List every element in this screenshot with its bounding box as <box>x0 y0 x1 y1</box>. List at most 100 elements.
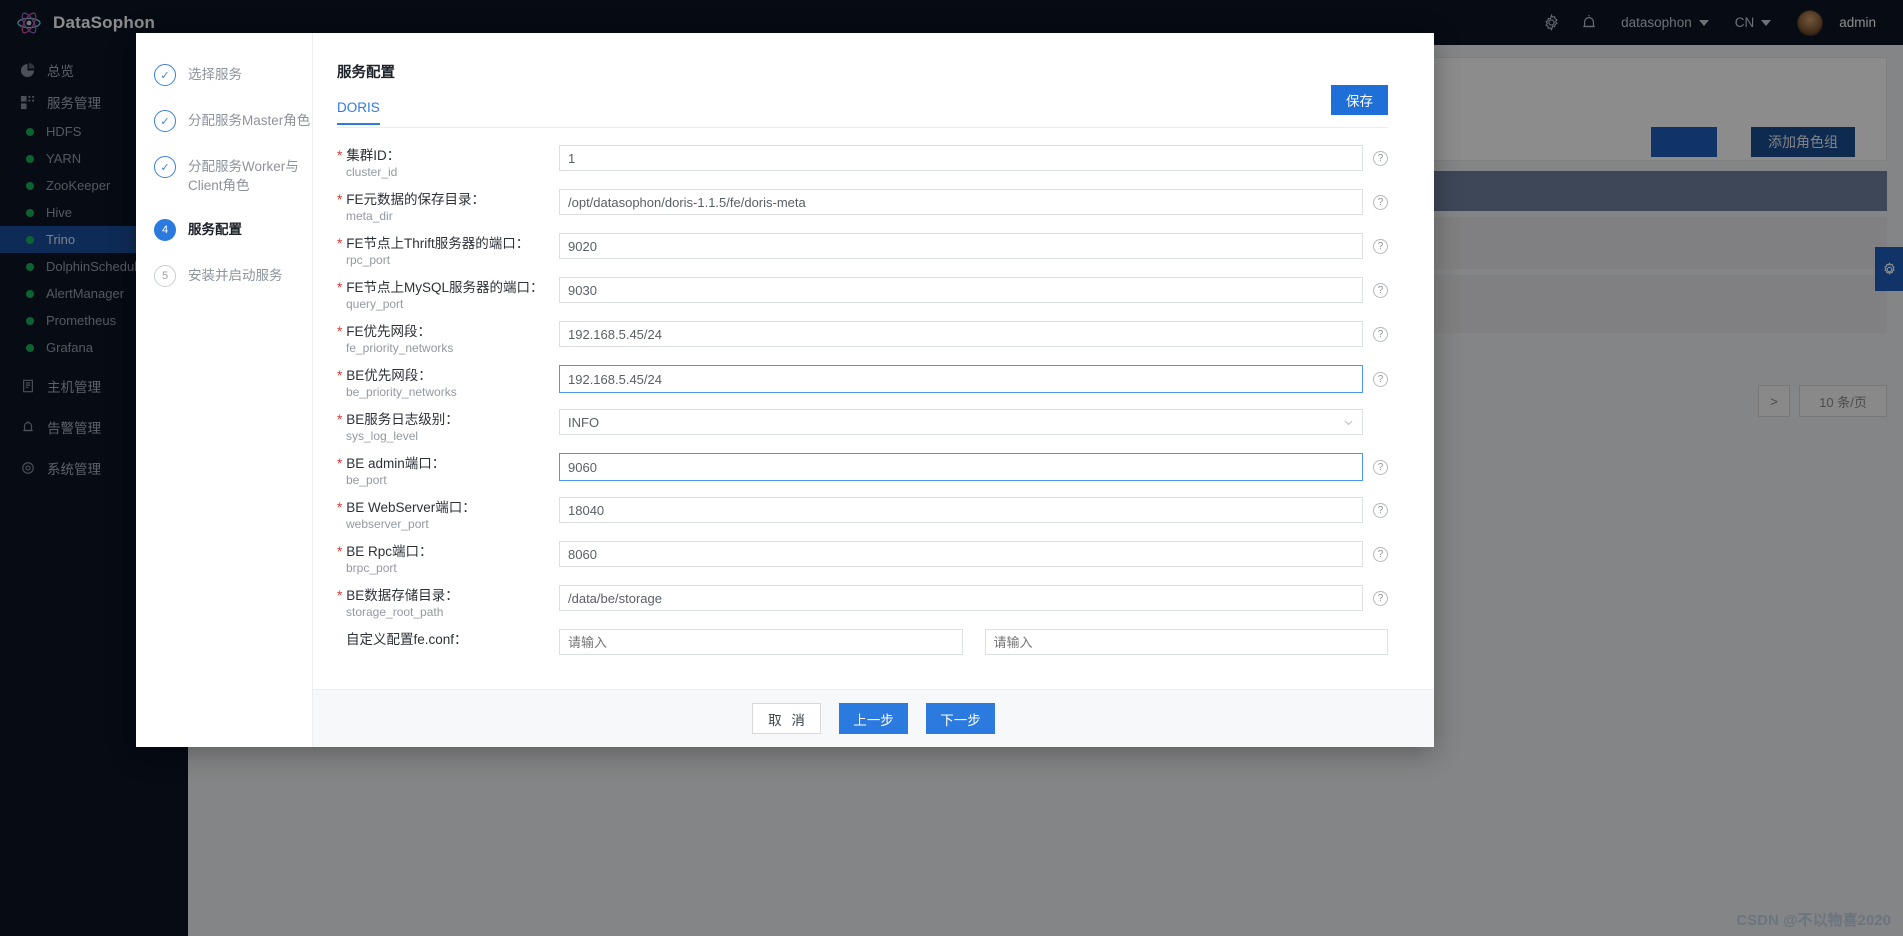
tab-doris[interactable]: DORIS <box>337 100 380 125</box>
field-control: ? <box>559 321 1388 347</box>
wizard-step-3[interactable]: ✓ 分配服务Worker与Client角色 <box>154 156 312 219</box>
field-control: ? <box>559 145 1388 171</box>
field-control: ? <box>559 189 1388 215</box>
be-priority-networks-input[interactable] <box>559 365 1363 393</box>
field-control <box>559 629 1388 655</box>
help-icon[interactable]: ? <box>1373 590 1388 606</box>
chevron-down-icon <box>1344 420 1353 425</box>
label-key: brpc_port <box>346 561 397 575</box>
field-label: * FE节点上Thrift服务器的端口： rpc_port <box>337 233 559 269</box>
form-row-sys-log-level: *BE服务日志级别： sys_log_level INFO ? <box>313 409 1434 445</box>
field-control: ? <box>559 365 1388 393</box>
help-icon[interactable]: ? <box>1373 546 1388 562</box>
select-value: INFO <box>568 414 600 430</box>
field-control: ? <box>559 541 1388 567</box>
rpc-port-input[interactable] <box>559 233 1363 259</box>
required-marker: * <box>337 236 343 251</box>
form-row-custom-fe-conf: 自定义配置fe.conf： <box>313 629 1434 655</box>
custom-fe-conf-key-input[interactable] <box>559 629 963 655</box>
help-icon[interactable]: ? <box>1373 282 1388 298</box>
wizard-step-2[interactable]: ✓ 分配服务Master角色 <box>154 110 312 156</box>
label-text: 自定义配置fe.conf： <box>346 632 468 647</box>
step-label: 服务配置 <box>188 222 242 237</box>
app-root: DataSophon datasophon CN admin 总览 服务管理 H… <box>0 0 1903 936</box>
step-marker: 5 <box>154 265 176 287</box>
field-label: 自定义配置fe.conf： <box>337 629 559 648</box>
watermark: CSDN @不以物喜2020 <box>1736 912 1891 929</box>
help-icon[interactable]: ? <box>1373 459 1388 475</box>
field-label: * BE数据存储目录： storage_root_path <box>337 585 559 621</box>
wizard-step-5[interactable]: 5 安装并启动服务 <box>154 265 312 287</box>
tabbar: DORIS <box>337 99 1388 128</box>
field-label: * BE服务日志级别： sys_log_level <box>337 409 559 445</box>
form-row-brpc-port: *BE Rpc端口： brpc_port ? <box>313 541 1434 577</box>
required-marker: * <box>337 412 343 427</box>
required-marker: * <box>337 368 343 383</box>
required-marker: * <box>337 192 343 207</box>
help-icon[interactable]: ? <box>1373 150 1388 166</box>
field-label: * FE元数据的保存目录： meta_dir <box>337 189 559 225</box>
custom-fe-conf-value-input[interactable] <box>984 629 1388 655</box>
required-marker: * <box>337 280 343 295</box>
prev-step-button[interactable]: 上一步 <box>839 703 908 734</box>
required-marker: * <box>337 544 343 559</box>
required-marker: * <box>337 456 343 471</box>
label-key: rpc_port <box>346 253 391 267</box>
label-text: * FE节点上Thrift服务器的端口： <box>337 236 530 251</box>
next-step-button[interactable]: 下一步 <box>926 703 995 734</box>
step-label: 分配服务Master角色 <box>188 113 311 128</box>
cluster-id-input[interactable] <box>559 145 1363 171</box>
page-title: 服务配置 <box>337 65 395 81</box>
form-row-rpc-port: *FE节点上Thrift服务器的端口： rpc_port ? <box>313 233 1434 269</box>
step-number: 5 <box>154 265 176 287</box>
config-form: *集群ID： cluster_id ? *FE元数据的保存目录： meta_di… <box>313 128 1434 689</box>
form-row-be-priority-networks: *BE优先网段： be_priority_networks ? <box>313 365 1434 401</box>
step-marker: ✓ <box>154 110 176 132</box>
label-text: * BE admin端口： <box>337 456 446 471</box>
field-label: * BE admin端口： be_port <box>337 453 559 489</box>
help-icon[interactable]: ? <box>1373 371 1388 387</box>
field-label: * BE优先网段： be_priority_networks <box>337 365 559 401</box>
label-text: * BE优先网段： <box>337 368 432 383</box>
wizard-step-1[interactable]: ✓ 选择服务 <box>154 64 312 110</box>
help-icon[interactable]: ? <box>1373 238 1388 254</box>
webserver-port-input[interactable] <box>559 497 1363 523</box>
label-text: * FE节点上MySQL服务器的端口： <box>337 280 544 295</box>
query-port-input[interactable] <box>559 277 1363 303</box>
required-marker: * <box>337 588 343 603</box>
storage-root-path-input[interactable] <box>559 585 1363 611</box>
label-key: be_port <box>346 473 387 487</box>
config-panel: 服务配置 DORIS 保存 *集群ID： cluster_id ? <box>312 33 1434 747</box>
help-icon[interactable]: ? <box>1373 194 1388 210</box>
step-marker: 4 <box>154 219 176 241</box>
be-port-input[interactable] <box>559 453 1363 481</box>
check-icon: ✓ <box>154 156 176 178</box>
required-marker: * <box>337 500 343 515</box>
step-label: 选择服务 <box>188 67 242 82</box>
step-label: 安装并启动服务 <box>188 268 283 283</box>
label-key: sys_log_level <box>346 429 419 443</box>
label-text: * FE元数据的保存目录： <box>337 192 486 207</box>
save-button[interactable]: 保存 <box>1331 85 1388 115</box>
label-key: query_port <box>346 297 404 311</box>
form-row-meta-dir: *FE元数据的保存目录： meta_dir ? <box>313 189 1434 225</box>
step-label: 分配服务Worker与Client角色 <box>188 159 299 193</box>
step-marker: ✓ <box>154 64 176 86</box>
cancel-button[interactable]: 取 消 <box>752 703 821 734</box>
form-row-cluster-id: *集群ID： cluster_id ? <box>313 145 1434 181</box>
fe-priority-networks-input[interactable] <box>559 321 1363 347</box>
label-key: storage_root_path <box>346 605 444 619</box>
wizard-step-4[interactable]: 4 服务配置 <box>154 219 312 265</box>
field-label: * FE优先网段： fe_priority_networks <box>337 321 559 357</box>
field-control: ? <box>559 453 1388 481</box>
meta-dir-input[interactable] <box>559 189 1363 215</box>
form-row-storage-root-path: *BE数据存储目录： storage_root_path ? <box>313 585 1434 621</box>
brpc-port-input[interactable] <box>559 541 1363 567</box>
form-row-webserver-port: *BE WebServer端口： webserver_port ? <box>313 497 1434 533</box>
help-icon[interactable]: ? <box>1373 502 1388 518</box>
sys-log-level-select[interactable]: INFO <box>559 409 1363 435</box>
field-control: ? <box>559 585 1388 611</box>
label-text: * BE Rpc端口： <box>337 544 433 559</box>
help-icon[interactable]: ? <box>1373 326 1388 342</box>
required-marker: * <box>337 148 343 163</box>
